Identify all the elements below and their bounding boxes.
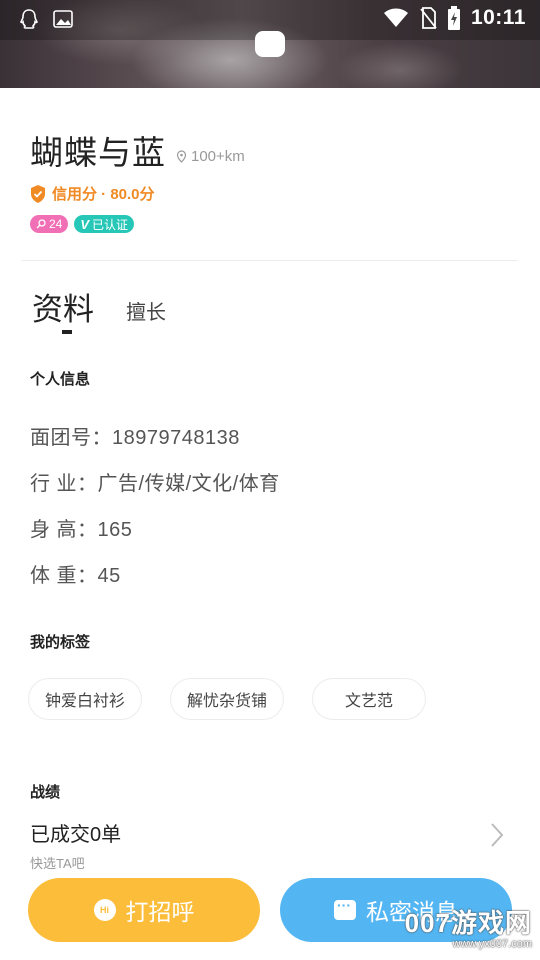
info-row-weight: 体 重：45 <box>30 565 121 587</box>
divider <box>22 260 518 261</box>
info-row-id: 面团号：18979748138 <box>30 427 240 449</box>
tags-title: 我的标签 <box>30 634 91 651</box>
watermark-main: 007游戏网 <box>404 908 532 938</box>
qq-penguin-icon <box>20 9 38 29</box>
tag-item[interactable]: 文艺范 <box>312 678 426 720</box>
info-row-industry: 行 业：广告/传媒/文化/体育 <box>30 473 280 495</box>
shield-check-icon <box>31 184 45 203</box>
distance-label: 100+km <box>176 148 245 165</box>
badge-count: 24 <box>49 217 63 231</box>
greet-button[interactable]: Hi 打招呼 <box>28 878 260 942</box>
credit-text: 信用分 · 80.0分 <box>52 186 155 203</box>
no-sim-icon <box>420 7 437 29</box>
chevron-right-icon[interactable] <box>486 820 508 850</box>
image-notification-icon <box>53 10 73 28</box>
battery-charging-icon <box>447 6 460 30</box>
profile-tabs: 资料 擅长 <box>32 284 166 334</box>
photo-indicator <box>255 31 285 57</box>
tab-profile-label: 资料 <box>32 292 94 327</box>
search-count-badge: 24 <box>30 215 69 233</box>
credit-score: 信用分 · 80.0分 <box>30 183 155 204</box>
tag-list: 钟爱白衬衫 解忧杂货铺 文艺范 <box>28 678 426 720</box>
badge-row: 24 V 已认证 <box>30 215 135 233</box>
distance-text: 100+km <box>191 148 245 165</box>
tab-profile[interactable]: 资料 <box>32 284 94 334</box>
message-bubble-icon <box>334 897 356 920</box>
watermark: 007游戏网 www.yx007.com <box>405 903 532 950</box>
status-time: 10:11 <box>470 6 526 29</box>
search-icon <box>36 219 46 229</box>
verified-text: 已认证 <box>92 217 129 232</box>
tab-skills[interactable]: 擅长 <box>126 296 166 325</box>
info-row-height: 身 高：165 <box>30 519 133 541</box>
tag-item[interactable]: 钟爱白衬衫 <box>28 678 142 720</box>
location-pin-icon <box>176 150 187 163</box>
verified-badge: V 已认证 <box>74 215 135 233</box>
record-title: 战绩 <box>30 784 61 801</box>
record-hint: 快选TA吧 <box>30 856 85 871</box>
greet-label: 打招呼 <box>125 899 195 925</box>
personal-info-title: 个人信息 <box>30 371 91 388</box>
tag-item[interactable]: 解忧杂货铺 <box>170 678 284 720</box>
profile-name: 蝴蝶与蓝 <box>30 134 166 171</box>
hi-bubble-icon: Hi <box>93 899 116 921</box>
record-summary[interactable]: 已成交0单 <box>30 818 121 847</box>
wifi-icon <box>383 8 408 27</box>
verified-v-icon: V <box>80 216 90 232</box>
tab-active-indicator <box>62 330 72 334</box>
